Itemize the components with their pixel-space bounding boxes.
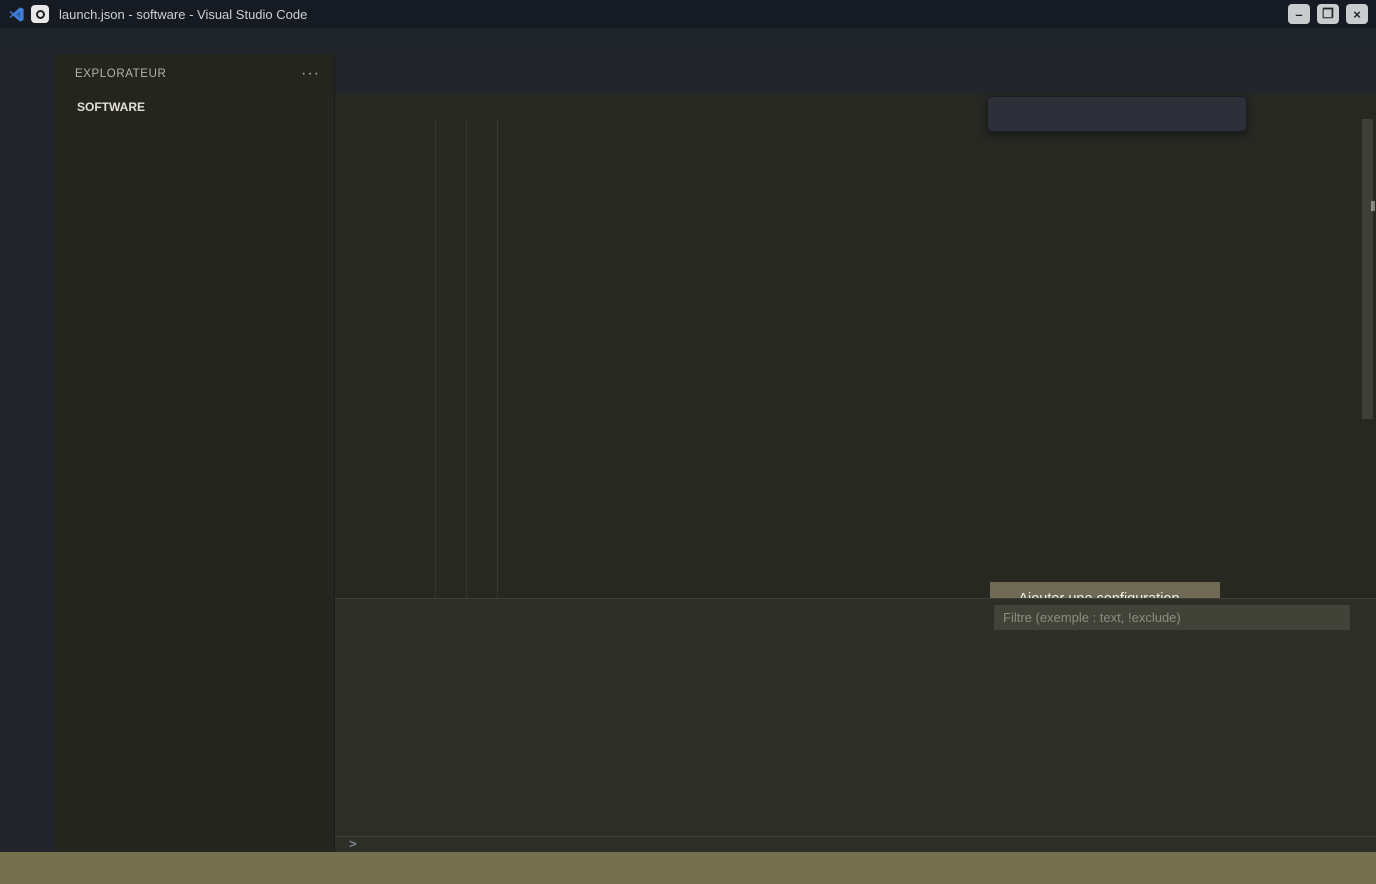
vscode-logo-icon — [8, 6, 25, 23]
editor-area: Ajouter une configuration... > — [335, 54, 1376, 852]
chevron-down-icon — [59, 99, 75, 115]
explorer-title: EXPLORATEUR — [75, 68, 166, 80]
prompt-chevron-icon: > — [349, 837, 357, 852]
console-filter-input[interactable] — [994, 605, 1350, 630]
add-configuration-button[interactable]: Ajouter une configuration... — [990, 582, 1220, 598]
sidebar-explorer: EXPLORATEUR ··· SOFTWARE — [55, 54, 335, 852]
debug-console-output[interactable] — [335, 641, 1376, 836]
close-button[interactable]: × — [1346, 4, 1368, 24]
minimize-button[interactable]: – — [1288, 4, 1310, 24]
activity-bar — [0, 54, 55, 852]
status-bar — [0, 852, 1376, 884]
explorer-more-icon[interactable]: ··· — [301, 65, 320, 83]
app-icon — [31, 5, 49, 23]
vscode-window: launch.json - software - Visual Studio C… — [0, 0, 1376, 884]
window-title: launch.json - software - Visual Studio C… — [59, 7, 307, 22]
debug-toolbar — [987, 96, 1247, 132]
code-editor[interactable]: Ajouter une configuration... — [335, 119, 1376, 598]
title-bar: launch.json - software - Visual Studio C… — [0, 0, 1376, 28]
debug-console-prompt[interactable]: > — [335, 836, 1376, 852]
minimap[interactable] — [1242, 119, 1360, 598]
workspace-section[interactable]: SOFTWARE — [55, 94, 334, 120]
bottom-panel: > — [335, 598, 1376, 852]
workspace-label: SOFTWARE — [77, 100, 145, 114]
tab-bar — [335, 54, 1376, 93]
menu-bar — [0, 28, 1376, 54]
editor-scrollbar[interactable] — [1360, 119, 1376, 598]
maximize-button[interactable]: ❐ — [1317, 4, 1339, 24]
